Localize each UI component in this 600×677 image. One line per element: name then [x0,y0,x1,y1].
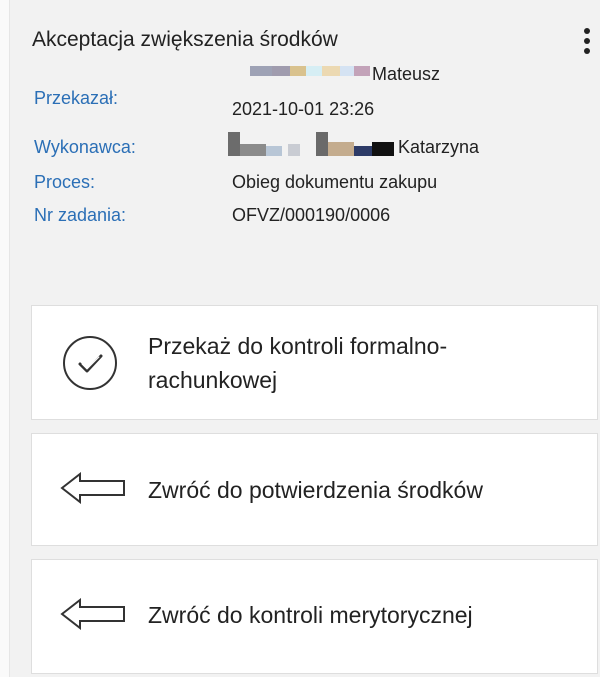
przekazal-label: Przekazał: [34,88,119,108]
nr-zadania-label: Nr zadania: [34,205,127,225]
arrow-left-icon [60,598,125,630]
task-title: Akceptacja zwiększenia środków [32,28,338,51]
arrow-left-icon [60,472,125,504]
more-options-icon[interactable] [580,26,594,62]
action-label: Zwróć do kontroli merytorycznej [148,602,473,628]
return-to-substantive-control-button[interactable]: Zwróć do kontroli merytorycznej [31,559,598,674]
redacted-surname [250,62,370,86]
proces-value: Obieg dokumentu zakupu [232,172,438,192]
przekazal-name: Mateusz [372,64,441,84]
action-label-line2: rachunkowej [148,367,278,393]
action-label-line1: Przekaż do kontroli formalno- [148,333,448,359]
forward-to-formal-control-button[interactable]: Przekaż do kontroli formalno- rachunkowe… [31,305,598,420]
proces-label: Proces: [34,172,96,192]
redacted-surname [228,130,396,158]
nr-zadania-value: OFVZ/000190/0006 [232,205,391,225]
left-divider [0,0,10,677]
wykonawca-name: Katarzyna [398,137,480,157]
task-panel: Akceptacja zwiększenia środków Przekazał… [0,0,600,677]
przekazal-datetime: 2021-10-01 23:26 [232,99,375,119]
check-circle-icon [63,336,117,390]
action-label: Zwróć do potwierdzenia środków [148,477,483,503]
return-to-funds-confirmation-button[interactable]: Zwróć do potwierdzenia środków [31,433,598,546]
wykonawca-label: Wykonawca: [34,137,136,157]
